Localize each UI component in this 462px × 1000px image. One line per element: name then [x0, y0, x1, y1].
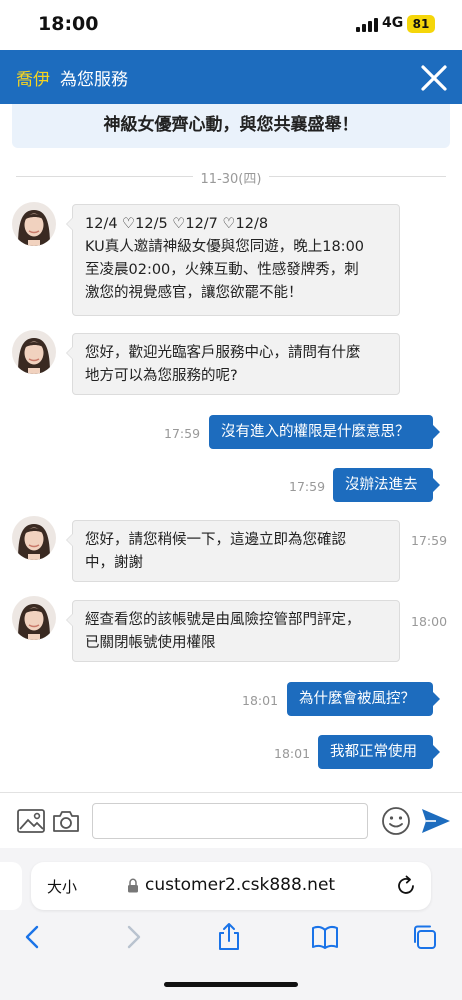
- user-message: 為什麼會被風控？: [287, 682, 440, 716]
- close-icon[interactable]: [418, 62, 450, 94]
- date-separator: 11-30(四): [16, 168, 446, 187]
- send-icon[interactable]: [421, 807, 451, 835]
- input-bar: [0, 792, 462, 848]
- lock-icon: [128, 878, 138, 893]
- text-size-button[interactable]: 大小: [47, 876, 77, 897]
- url-text: customer2.csk888.net: [145, 875, 336, 895]
- date-label: 11-30(四): [192, 172, 270, 187]
- message-time: 17:59: [164, 426, 201, 441]
- message-time: 18:01: [242, 693, 279, 708]
- status-time: 18:00: [38, 13, 99, 35]
- forward-icon[interactable]: [118, 922, 148, 952]
- message-time: 18:01: [274, 746, 311, 761]
- user-message: 我都正常使用: [318, 735, 440, 769]
- back-icon[interactable]: [18, 922, 48, 952]
- chat-header: 喬伊 為您服務: [0, 50, 462, 104]
- user-message: 沒有進入的權限是什麼意思？: [209, 415, 440, 449]
- status-bar: 18:00 4G 81: [0, 0, 462, 50]
- message-input[interactable]: [92, 803, 368, 839]
- battery-level: 81: [407, 15, 435, 33]
- share-icon[interactable]: [214, 922, 244, 952]
- address-bar[interactable]: 大小 customer2.csk888.net: [31, 862, 431, 910]
- agent-message: 您好，請您稍候一下，這邊立即為您確認 中，謝謝: [66, 520, 400, 582]
- message-time: 17:59: [289, 479, 326, 494]
- message-time: 18:00: [411, 614, 448, 629]
- promo-banner: 神級女優齊心動，與您共襄盛舉！: [12, 104, 450, 148]
- agent-name: 喬伊: [16, 70, 50, 90]
- agent-message: 您好，歡迎光臨客戶服務中心，請問有什麼 地方可以為您服務的呢?: [66, 333, 400, 395]
- agent-avatar: [12, 202, 56, 246]
- reload-icon[interactable]: [395, 875, 417, 897]
- agent-avatar: [12, 330, 56, 374]
- agent-message: 經查看您的該帳號是由風險控管部門評定， 已關閉帳號使用權限: [66, 600, 400, 662]
- emoji-icon[interactable]: [381, 806, 411, 836]
- banner-text: 神級女優齊心動，與您共襄盛舉！: [103, 115, 359, 135]
- chat-area[interactable]: 11-30(四) 12/4 ♡12/5 ♡12/7 ♡12/8 KU真人邀請神級…: [0, 150, 462, 792]
- camera-icon[interactable]: [52, 808, 80, 834]
- home-indicator: [164, 982, 298, 987]
- agent-avatar: [12, 516, 56, 560]
- header-subtitle: 為您服務: [60, 70, 128, 90]
- network-type: 4G: [382, 15, 404, 31]
- agent-message: 12/4 ♡12/5 ♡12/7 ♡12/8 KU真人邀請神級女優與您同遊，晚上…: [66, 204, 400, 316]
- browser-toolbar: 大小 customer2.csk888.net: [0, 848, 462, 1000]
- user-message: 沒辦法進去: [333, 468, 440, 502]
- bookmarks-icon[interactable]: [310, 922, 340, 952]
- message-time: 17:59: [411, 533, 448, 548]
- agent-avatar: [12, 596, 56, 640]
- previous-tab[interactable]: [0, 862, 22, 910]
- image-icon[interactable]: [17, 809, 45, 833]
- signal-icon: [356, 18, 378, 32]
- tabs-icon[interactable]: [410, 922, 440, 952]
